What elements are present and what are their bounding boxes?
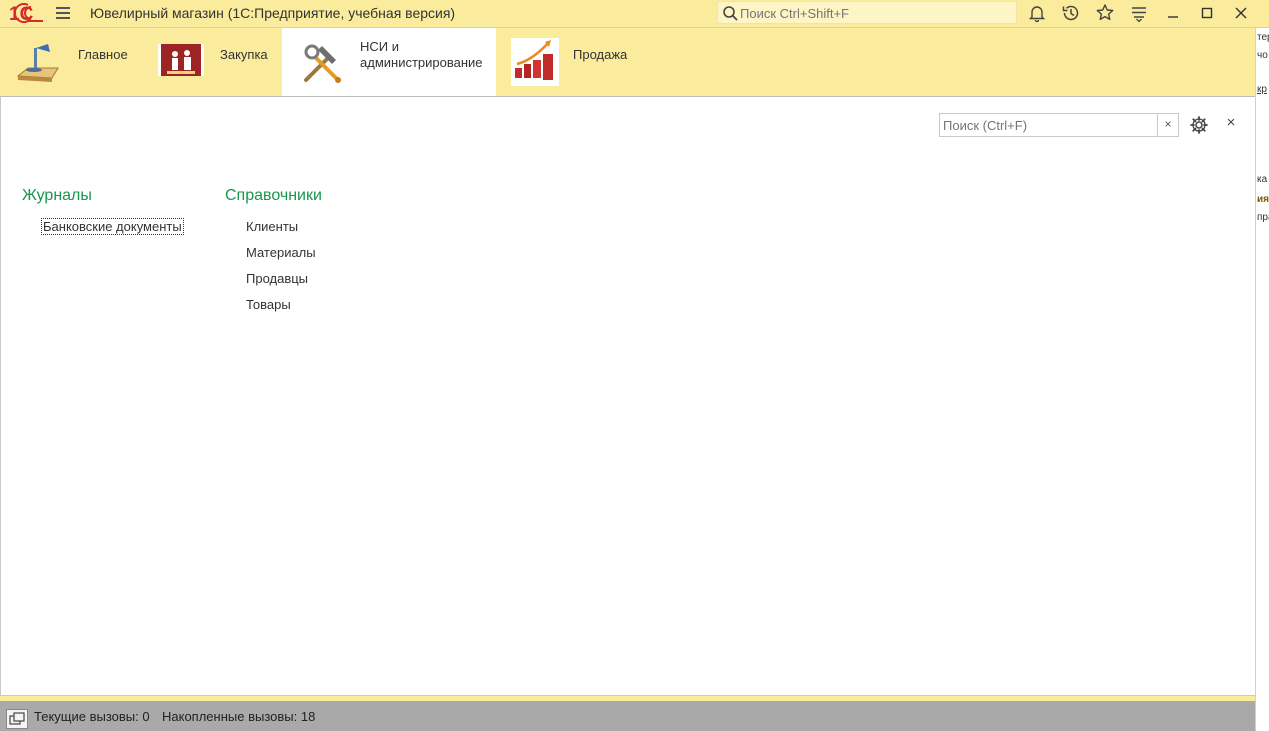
1c-logo: 1C: [9, 3, 43, 23]
windows-icon: [9, 712, 25, 725]
strip-text: кр: [1257, 84, 1267, 95]
star-icon: [1096, 4, 1114, 21]
notifications-button[interactable]: [1026, 2, 1048, 24]
strip-text: тер: [1257, 32, 1269, 43]
panel-search-input[interactable]: [943, 117, 1153, 133]
maximize-icon: [1201, 7, 1213, 19]
desk-lamp-icon: [16, 44, 59, 82]
windows-icon[interactable]: [6, 709, 28, 729]
global-search-input[interactable]: [740, 4, 1010, 22]
section-nsi-admin-label-line1: НСИ и: [360, 39, 399, 54]
section-nsi-admin-label-line2: администрирование: [360, 55, 483, 70]
title-bar: 1C Ювелирный магазин (1С:Предприятие, уч…: [0, 0, 1269, 28]
section-sales-label: Продажа: [573, 47, 628, 62]
panel-search[interactable]: ×: [939, 113, 1179, 137]
accumulated-calls-text: Накопленные вызовы: 18: [162, 709, 316, 724]
current-calls-text: Текущие вызовы: 0: [34, 709, 150, 724]
tools-icon: [304, 44, 341, 83]
section-nsi-admin[interactable]: НСИ и администрирование: [282, 28, 496, 96]
strip-text: ка: [1257, 174, 1268, 185]
group-title-journals: Журналы: [22, 187, 92, 204]
window-title: Ювелирный магазин (1С:Предприятие, учебн…: [90, 5, 456, 21]
close-icon: [1235, 7, 1247, 19]
favorites-button[interactable]: [1094, 2, 1116, 24]
minimize-button[interactable]: [1162, 2, 1184, 24]
gear-icon[interactable]: [1189, 115, 1209, 135]
section-content-panel: × × Журналы Банковские документы Справоч…: [0, 96, 1256, 696]
section-sales[interactable]: Продажа: [496, 28, 646, 96]
nav-link-clients[interactable]: Клиенты: [246, 219, 298, 234]
sections-panel: Главное Закупка НСИ и администрирование: [0, 28, 1255, 96]
section-main[interactable]: Главное: [0, 28, 142, 96]
strip-text: ия: [1257, 194, 1269, 205]
close-panel-button[interactable]: ×: [1224, 115, 1238, 130]
section-main-label: Главное: [78, 47, 128, 62]
maximize-button[interactable]: [1196, 2, 1218, 24]
section-purchase[interactable]: Закупка: [142, 28, 282, 96]
status-bar: Текущие вызовы: 0 Накопленные вызовы: 18: [0, 701, 1255, 731]
search-icon: [723, 6, 738, 21]
sales-chart-icon: [511, 38, 559, 86]
nav-link-bank-documents[interactable]: Банковские документы: [41, 218, 184, 235]
close-window-button[interactable]: [1230, 2, 1252, 24]
nav-link-goods[interactable]: Товары: [246, 297, 291, 312]
menu-lines-icon: [1132, 7, 1146, 23]
main-menu-icon[interactable]: [56, 7, 70, 19]
group-title-catalogs: Справочники: [225, 187, 322, 204]
function-menu-button[interactable]: [1128, 2, 1150, 24]
strip-text: пра: [1257, 212, 1269, 223]
minimize-icon: [1168, 16, 1178, 18]
purchase-icon: [158, 44, 204, 76]
global-search[interactable]: [717, 1, 1017, 24]
section-purchase-label: Закупка: [220, 47, 268, 62]
nav-link-materials[interactable]: Материалы: [246, 245, 316, 260]
bell-icon: [1028, 6, 1046, 23]
strip-text: чо: [1257, 50, 1268, 61]
clear-search-button[interactable]: ×: [1157, 114, 1178, 136]
background-window-strip: тер чо кр ка ия пра: [1255, 28, 1269, 731]
history-icon: [1062, 5, 1079, 21]
history-button[interactable]: [1060, 2, 1082, 24]
nav-link-sellers[interactable]: Продавцы: [246, 271, 308, 286]
